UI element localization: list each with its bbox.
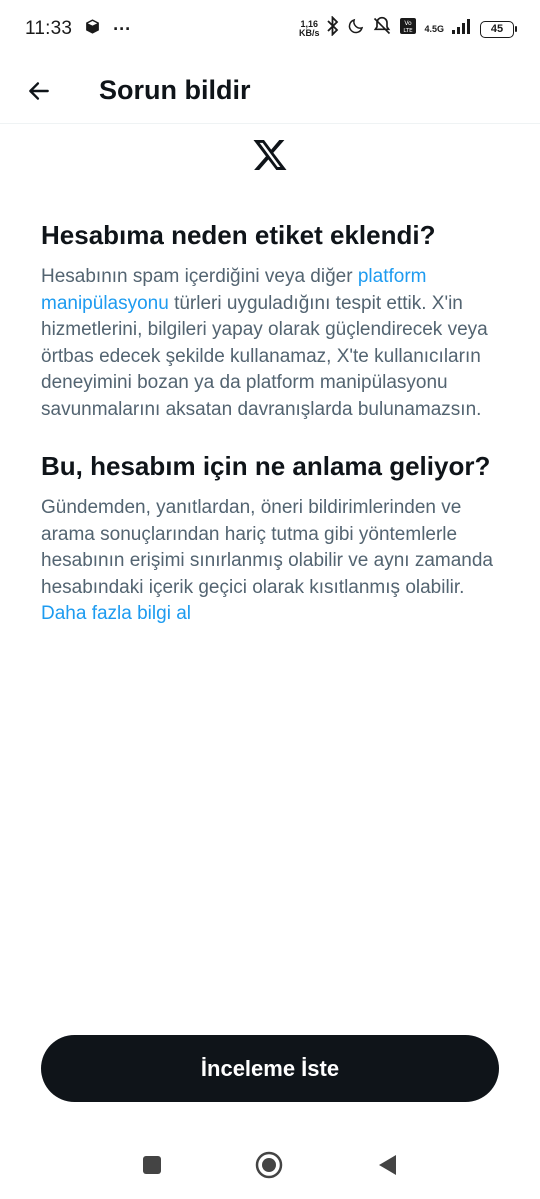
svg-text:LTE: LTE — [404, 28, 414, 34]
section-text: Hesabının spam içerdiğini veya diğer pla… — [41, 266, 488, 420]
app-bar: Sorun bildir — [0, 58, 540, 124]
square-icon — [143, 1156, 161, 1174]
moon-icon — [347, 17, 365, 41]
content: Hesabıma neden etiket eklendi? Hesabının… — [41, 216, 506, 628]
battery-icon: 45 — [480, 20, 517, 38]
bluetooth-icon — [326, 15, 340, 42]
section-text: Gündemden, yanıtlardan, öneri bildirimle… — [41, 497, 493, 624]
system-nav-bar — [0, 1130, 540, 1199]
network-speed: 1,16 KB/s — [298, 19, 320, 38]
home-button[interactable] — [254, 1150, 284, 1180]
network-type: 4.5G — [424, 23, 444, 34]
svg-text:Vo: Vo — [405, 20, 413, 27]
status-bar: 11:33 ··· 1,16 KB/s Vo LTE 4.5G 45 — [0, 0, 540, 58]
more-notifications: ··· — [113, 18, 132, 39]
request-review-button[interactable]: İnceleme İste — [41, 1035, 499, 1102]
signal-icon — [451, 17, 473, 41]
alarm-off-icon — [372, 16, 392, 42]
x-logo-icon — [252, 138, 290, 176]
status-time: 11:33 — [25, 18, 73, 39]
recents-button[interactable] — [137, 1150, 167, 1180]
arrow-left-icon — [29, 81, 49, 100]
section-heading: Bu, hesabım için ne anlama geliyor? — [41, 451, 491, 481]
back-nav-button[interactable] — [372, 1150, 402, 1180]
page-title: Sorun bildir — [99, 75, 251, 105]
circle-home-icon — [255, 1151, 283, 1179]
learn-more-link[interactable]: Daha fazla bilgi al — [41, 603, 191, 624]
package-icon — [84, 18, 101, 41]
triangle-back-icon — [379, 1155, 396, 1175]
back-button[interactable] — [14, 66, 64, 116]
volte-icon: Vo LTE — [399, 17, 417, 41]
section-heading: Hesabıma neden etiket eklendi? — [41, 220, 436, 250]
